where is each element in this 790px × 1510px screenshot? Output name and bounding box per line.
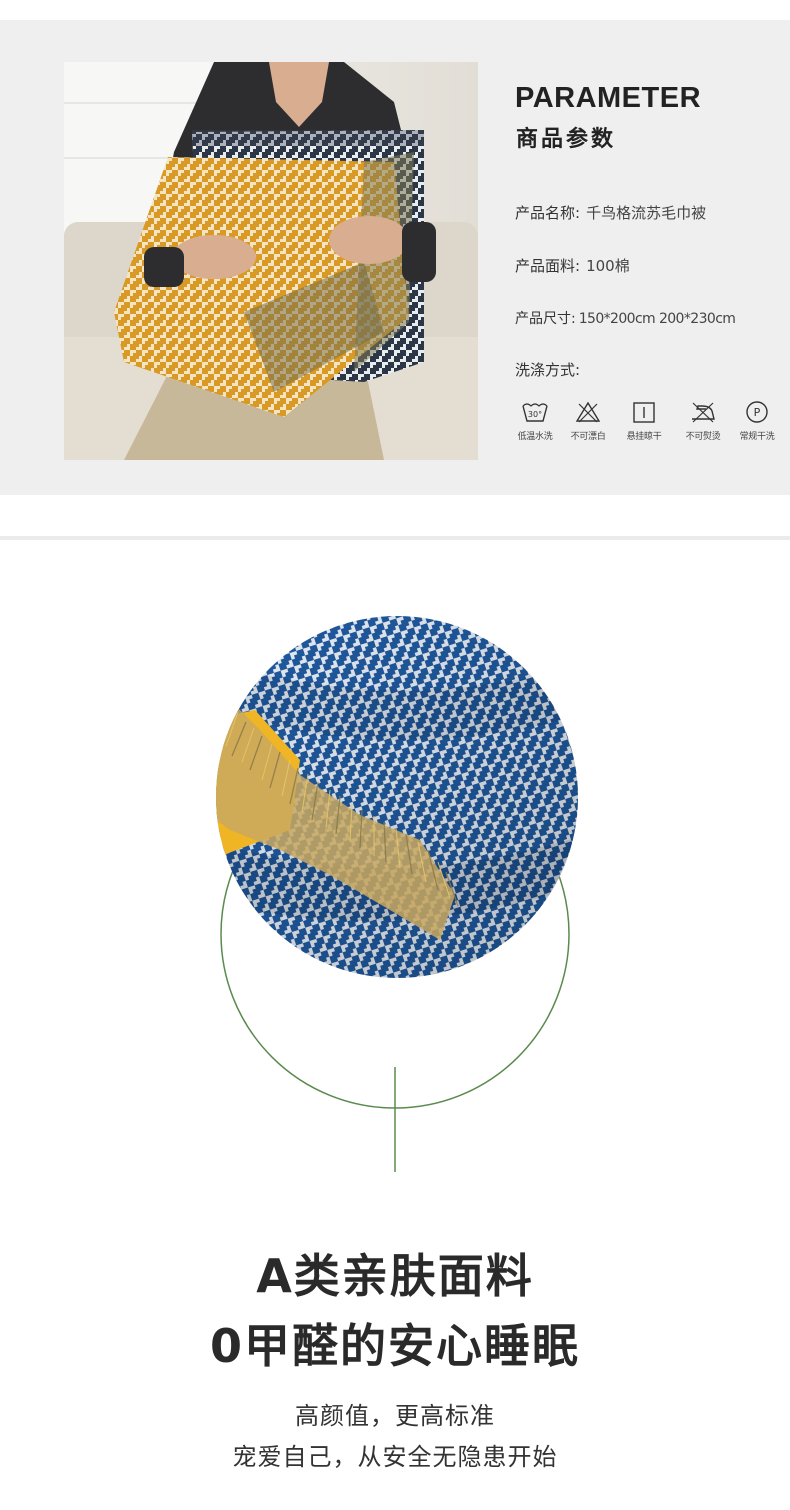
wash-30-icon: 30° [522, 403, 548, 422]
hang-dry-icon [633, 402, 655, 423]
spec-value: 150*200cm 200*230cm [578, 311, 736, 327]
care-item: 悬挂晾干 [619, 400, 669, 442]
spec-value: 100棉 [586, 257, 630, 275]
headline-primary: A类亲肤面料 [256, 1249, 534, 1303]
fabric-closeup [0, 600, 790, 1180]
spec-label: 洗涤方式: [515, 361, 581, 379]
product-photo [64, 62, 478, 460]
subline-secondary: 宠爱自己，从安全无隐患开始 [232, 1443, 558, 1471]
no-iron-icon [692, 402, 715, 423]
dry-clean-icon: P [746, 401, 768, 423]
care-item: 30° 低温水洗 [510, 400, 560, 442]
spec-label: 产品尺寸: [515, 311, 576, 327]
care-item: 不可熨烫 [678, 400, 728, 442]
care-label: 常规干洗 [739, 432, 775, 442]
spec-label: 产品名称: [515, 204, 581, 222]
spec-size-row: 产品尺寸: 150*200cm 200*230cm [515, 308, 736, 328]
parameter-subtitle: 商品参数 [516, 127, 617, 152]
spec-label: 产品面料: [515, 257, 581, 275]
svg-text:30°: 30° [528, 410, 542, 419]
spec-name-row: 产品名称: 千鸟格流苏毛巾被 [515, 202, 706, 223]
headline-secondary: 0甲醛的安心睡眠 [209, 1319, 580, 1373]
parameter-title: PARAMETER [515, 82, 702, 114]
spec-washing-row: 洗涤方式: [515, 359, 580, 380]
care-item: 不可漂白 [563, 400, 613, 442]
spec-material-row: 产品面料: 100棉 [515, 255, 630, 276]
care-label: 不可漂白 [570, 432, 606, 442]
svg-text:P: P [754, 406, 761, 419]
parameter-panel: PARAMETER 商品参数 产品名称: 千鸟格流苏毛巾被 产品面料: 100棉 产… [0, 20, 790, 495]
care-icons: 30° 低温水洗 不可漂白 悬挂晾干 不可熨烫 P 常规干洗 [510, 400, 785, 450]
care-label: 不可熨烫 [685, 432, 721, 442]
care-label: 低温水洗 [517, 432, 553, 442]
no-bleach-icon [575, 401, 601, 423]
subline-primary: 高颜值，更高标准 [295, 1402, 495, 1430]
section-divider [0, 536, 790, 540]
care-item: P 常规干洗 [732, 400, 782, 442]
care-label: 悬挂晾干 [626, 432, 662, 442]
spec-value: 千鸟格流苏毛巾被 [586, 204, 707, 222]
